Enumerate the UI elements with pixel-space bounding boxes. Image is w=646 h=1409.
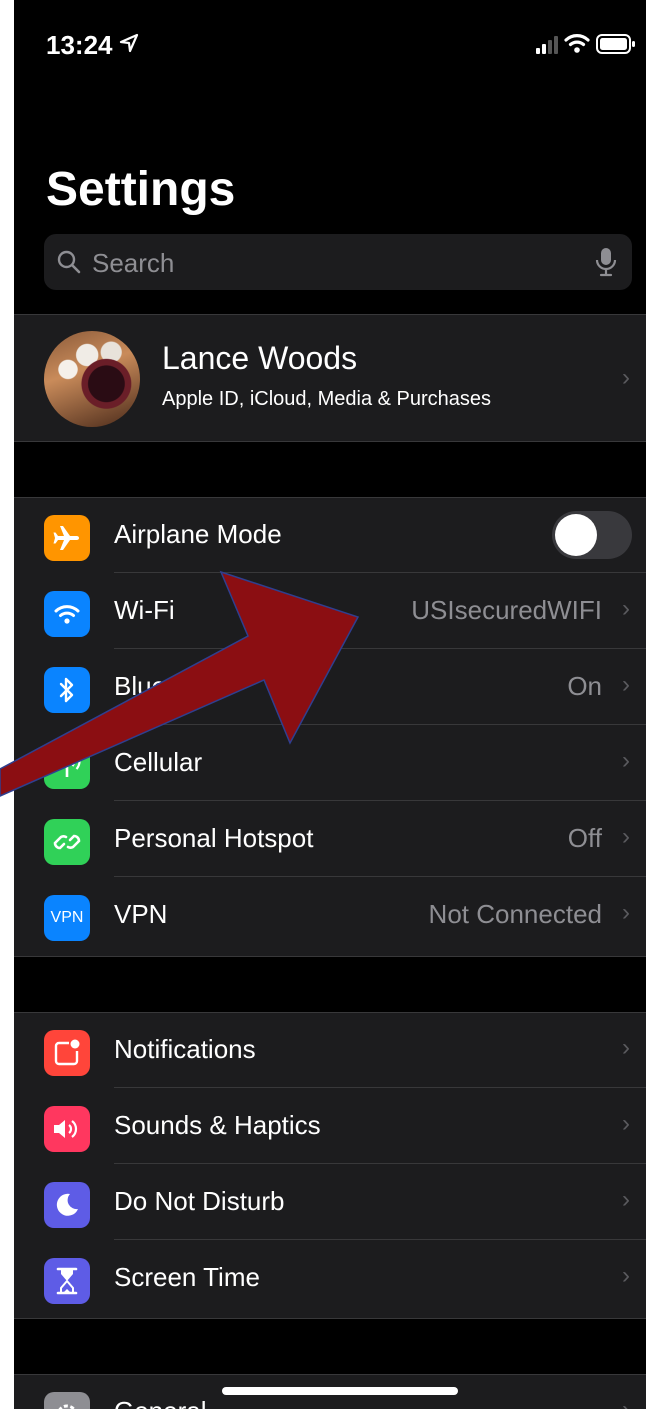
status-bar: 13:24 [14, 0, 646, 90]
profile-subtitle: Apple ID, iCloud, Media & Purchases [162, 388, 492, 410]
search-icon [57, 250, 81, 274]
home-indicator[interactable] [222, 1387, 458, 1395]
chevron-right-icon: › [622, 1110, 630, 1137]
row-label: Personal Hotspot [114, 823, 314, 853]
hotspot-status: Off [567, 823, 602, 853]
cellular-signal-icon [536, 36, 558, 54]
notification-icon [44, 1030, 90, 1076]
divider [14, 497, 646, 498]
vpn-status: Not Connected [428, 899, 602, 929]
microphone-icon[interactable] [594, 246, 618, 278]
page-title: Settings [46, 163, 236, 216]
battery-icon [596, 34, 635, 54]
antenna-icon [44, 743, 90, 789]
moon-icon [44, 1182, 90, 1228]
vpn-icon: VPN [44, 895, 90, 941]
row-label: Bluetooth [114, 671, 224, 701]
row-label: Wi-Fi [114, 595, 175, 625]
row-label: General [114, 1396, 207, 1409]
do-not-disturb-row[interactable]: Do Not Disturb › [14, 1164, 646, 1240]
airplane-icon [44, 515, 90, 561]
divider [14, 441, 646, 442]
hourglass-icon [44, 1258, 90, 1304]
toggle-knob [555, 514, 597, 556]
chevron-right-icon: › [622, 1396, 630, 1409]
screen-time-row[interactable]: Screen Time › [14, 1240, 646, 1316]
hotspot-icon [44, 819, 90, 865]
gear-icon [44, 1392, 90, 1409]
status-time: 13:24 [46, 30, 113, 60]
bluetooth-status: On [567, 671, 602, 701]
divider [14, 1012, 646, 1013]
search-field[interactable]: Search [44, 234, 632, 290]
chevron-right-icon: › [622, 364, 630, 391]
apple-id-row[interactable]: Lance Woods Apple ID, iCloud, Media & Pu… [14, 314, 646, 442]
chevron-right-icon: › [622, 595, 630, 622]
row-label: Sounds & Haptics [114, 1110, 321, 1140]
row-label: Do Not Disturb [114, 1186, 285, 1216]
row-label: Airplane Mode [114, 519, 282, 549]
wifi-row[interactable]: Wi-Fi USIsecuredWIFI › [14, 573, 646, 649]
chevron-right-icon: › [622, 747, 630, 774]
chevron-right-icon: › [622, 1186, 630, 1213]
chevron-right-icon: › [622, 823, 630, 850]
sounds-haptics-row[interactable]: Sounds & Haptics › [14, 1088, 646, 1164]
cellular-row[interactable]: Cellular › [14, 725, 646, 801]
search-placeholder: Search [92, 248, 175, 278]
divider [14, 956, 646, 957]
wifi-status-icon [564, 34, 590, 53]
divider [14, 1318, 646, 1319]
chevron-right-icon: › [622, 899, 630, 926]
wifi-icon [44, 591, 90, 637]
network-group: Airplane Mode Wi-Fi USIsecuredWIFI › Blu… [14, 497, 646, 957]
row-label: Notifications [114, 1034, 256, 1064]
personal-hotspot-row[interactable]: Personal Hotspot Off › [14, 801, 646, 877]
wifi-network-name: USIsecuredWIFI [411, 595, 602, 625]
profile-name: Lance Woods [162, 340, 358, 376]
alerts-group: Notifications › Sounds & Haptics › Do No… [14, 1012, 646, 1318]
divider [14, 314, 646, 315]
vpn-row[interactable]: VPN VPN Not Connected › [14, 877, 646, 953]
notifications-row[interactable]: Notifications › [14, 1012, 646, 1088]
row-label: Cellular [114, 747, 203, 777]
phone-screen: 13:24 Settings Search Lance Woods Apple … [14, 0, 646, 1409]
bluetooth-row[interactable]: Bluetooth On › [14, 649, 646, 725]
divider [14, 1374, 646, 1375]
chevron-right-icon: › [622, 671, 630, 698]
airplane-mode-row: Airplane Mode [14, 497, 646, 573]
row-label: Screen Time [114, 1262, 260, 1292]
avatar [44, 331, 140, 427]
chevron-right-icon: › [622, 1034, 630, 1061]
speaker-icon [44, 1106, 90, 1152]
airplane-mode-toggle[interactable] [552, 511, 632, 559]
bluetooth-icon [44, 667, 90, 713]
row-label: VPN [114, 899, 168, 929]
location-arrow-icon [119, 33, 139, 53]
chevron-right-icon: › [622, 1262, 630, 1289]
